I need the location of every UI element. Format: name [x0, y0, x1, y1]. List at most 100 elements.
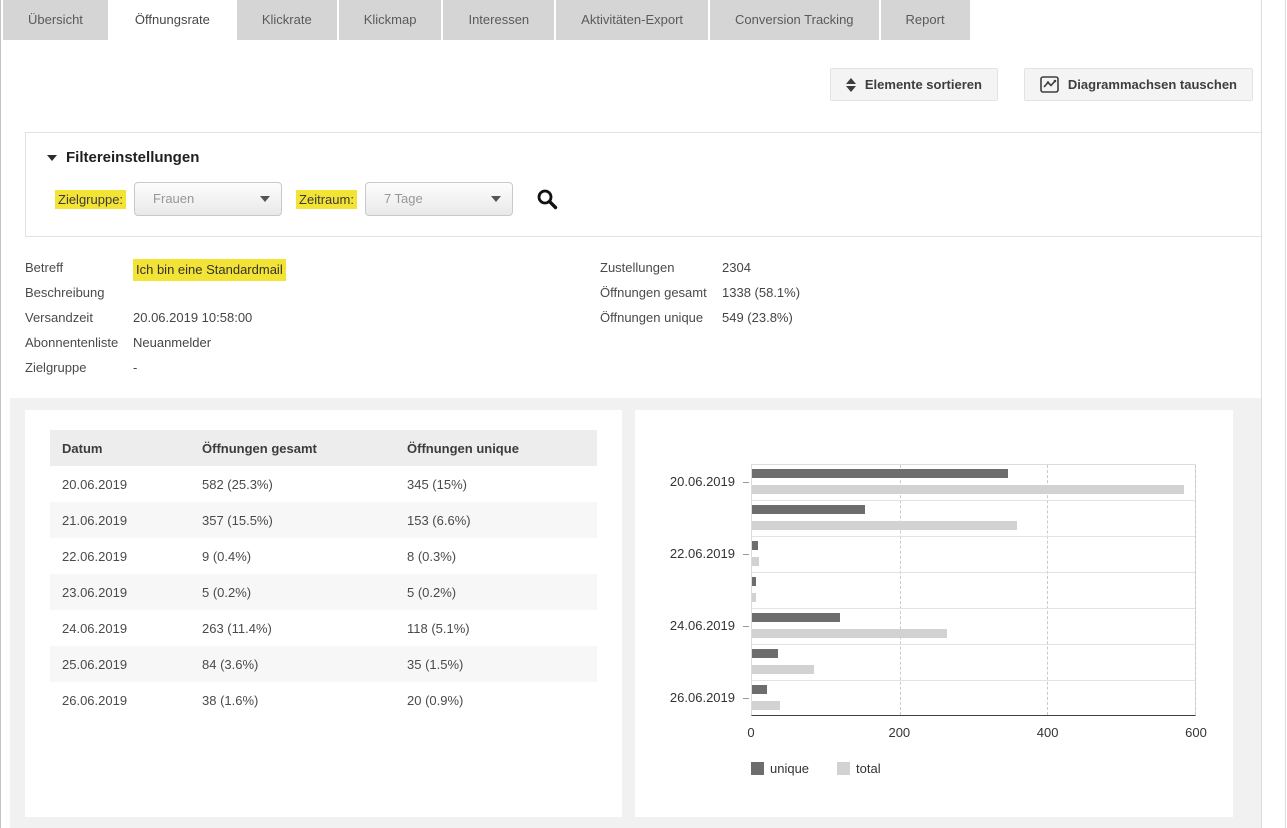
target-group-value: Frauen	[153, 191, 194, 206]
x-axis-tick-label: 400	[1037, 725, 1059, 740]
target-group-dropdown[interactable]: Frauen	[134, 182, 282, 216]
table-cell: 38 (1.6%)	[190, 682, 395, 718]
x-axis-tick-label: 200	[888, 725, 910, 740]
sort-elements-label: Elemente sortieren	[865, 77, 982, 92]
table-cell: 22.06.2019	[50, 538, 190, 574]
bar-total	[752, 485, 1184, 494]
table-cell: 8 (0.3%)	[395, 538, 597, 574]
table-cell: 21.06.2019	[50, 502, 190, 538]
tab-klickrate[interactable]: Klickrate	[237, 0, 337, 40]
detail-value: 1338 (58.1%)	[722, 284, 800, 302]
chart-band-23-06-2019	[752, 573, 1195, 609]
swap-chart-axes-button[interactable]: Diagrammachsen tauschen	[1024, 68, 1253, 101]
sort-elements-button[interactable]: Elemente sortieren	[830, 68, 998, 101]
y-axis-label: 26.06.2019	[635, 690, 735, 705]
table-row: 23.06.20195 (0.2%)5 (0.2%)	[50, 574, 597, 610]
filter-settings-panel: Filtereinstellungen Zielgruppe: Frauen Z…	[25, 132, 1262, 237]
detail-label: Zielgruppe	[25, 359, 133, 377]
table-cell: 345 (15%)	[395, 466, 597, 502]
bar-total	[752, 593, 756, 602]
table-row: 25.06.201984 (3.6%)35 (1.5%)	[50, 646, 597, 682]
y-axis-label: 24.06.2019	[635, 618, 735, 633]
chevron-down-icon	[491, 196, 501, 202]
detail-value: 549 (23.8%)	[722, 309, 793, 327]
table-cell: 153 (6.6%)	[395, 502, 597, 538]
detail-row-zielgruppe: Zielgruppe-	[25, 359, 286, 384]
tab-conversion-tracking[interactable]: Conversion Tracking	[710, 0, 879, 40]
tab-öffnungsrate[interactable]: Öffnungsrate	[110, 0, 235, 40]
table-cell: 582 (25.3%)	[190, 466, 395, 502]
sort-arrows-icon	[846, 78, 856, 92]
bar-total	[752, 701, 780, 710]
y-axis-label: 20.06.2019	[635, 474, 735, 489]
x-axis-labels: 0200400600	[751, 725, 1196, 741]
bar-total	[752, 665, 814, 674]
chart-band-22-06-2019	[752, 537, 1195, 573]
detail-row-öffnungen-unique: Öffnungen unique549 (23.8%)	[600, 309, 800, 334]
detail-row-betreff: BetreffIch bin eine Standardmail	[25, 259, 286, 284]
table-cell: 20 (0.9%)	[395, 682, 597, 718]
chart-band-24-06-2019	[752, 609, 1195, 645]
table-cell: 9 (0.4%)	[190, 538, 395, 574]
tab-interessen[interactable]: Interessen	[443, 0, 554, 40]
detail-label: Versandzeit	[25, 309, 133, 327]
y-axis-tick	[743, 698, 749, 699]
report-tab-bar: ÜbersichtÖffnungsrateKlickrateKlickmapIn…	[3, 0, 972, 40]
x-axis-tick-label: 600	[1185, 725, 1207, 740]
page-left-border	[0, 0, 1, 828]
bar-unique	[752, 613, 840, 622]
bar-total	[752, 557, 759, 566]
table-column-header: Öffnungen unique	[395, 430, 597, 466]
detail-value: 20.06.2019 10:58:00	[133, 309, 252, 327]
collapse-arrow-icon	[47, 155, 57, 161]
openings-chart-card: 0200400600 uniquetotal 20.06.201922.06.2…	[635, 410, 1233, 817]
table-cell: 118 (5.1%)	[395, 610, 597, 646]
tab-klickmap[interactable]: Klickmap	[339, 0, 442, 40]
mailing-details: BetreffIch bin eine StandardmailBeschrei…	[25, 259, 286, 384]
table-row: 24.06.2019263 (11.4%)118 (5.1%)	[50, 610, 597, 646]
legend-label: total	[856, 761, 881, 776]
table-header-row: DatumÖffnungen gesamtÖffnungen unique	[50, 430, 597, 466]
table-column-header: Datum	[50, 430, 190, 466]
bar-unique	[752, 469, 1008, 478]
chart-band-21-06-2019	[752, 501, 1195, 537]
tab-übersicht[interactable]: Übersicht	[3, 0, 108, 40]
search-icon[interactable]	[535, 187, 559, 211]
time-range-dropdown[interactable]: 7 Tage	[365, 182, 513, 216]
y-axis-tick	[743, 482, 749, 483]
filter-settings-title: Filtereinstellungen	[66, 149, 199, 166]
legend-item-total: total	[837, 761, 881, 776]
detail-label: Abonnentenliste	[25, 334, 133, 352]
chart-toolbar: Elemente sortieren Diagrammachsen tausch…	[830, 68, 1253, 101]
table-cell: 5 (0.2%)	[395, 574, 597, 610]
y-axis-label: 22.06.2019	[635, 546, 735, 561]
line-chart-icon	[1040, 76, 1059, 93]
table-row: 20.06.2019582 (25.3%)345 (15%)	[50, 466, 597, 502]
table-row: 21.06.2019357 (15.5%)153 (6.6%)	[50, 502, 597, 538]
table-cell: 263 (11.4%)	[190, 610, 395, 646]
table-cell: 26.06.2019	[50, 682, 190, 718]
openings-table-card: DatumÖffnungen gesamtÖffnungen unique 20…	[25, 410, 622, 817]
results-panel: DatumÖffnungen gesamtÖffnungen unique 20…	[10, 398, 1261, 828]
vertical-scrollbar[interactable]	[1261, 0, 1286, 828]
filter-settings-toggle[interactable]: Filtereinstellungen	[47, 149, 199, 166]
detail-value: Neuanmelder	[133, 334, 211, 352]
x-axis-tick-label: 0	[747, 725, 754, 740]
y-axis-tick	[743, 554, 749, 555]
filter-controls-row: Zielgruppe: Frauen Zeitraum: 7 Tage	[55, 182, 559, 216]
bar-unique	[752, 541, 758, 550]
chart-band-26-06-2019	[752, 681, 1195, 717]
detail-label: Öffnungen unique	[600, 309, 722, 327]
chart-band-25-06-2019	[752, 645, 1195, 681]
detail-label: Betreff	[25, 259, 133, 277]
target-group-label: Zielgruppe:	[55, 190, 126, 209]
time-range-label: Zeitraum:	[296, 190, 357, 209]
table-cell: 25.06.2019	[50, 646, 190, 682]
detail-row-versandzeit: Versandzeit20.06.2019 10:58:00	[25, 309, 286, 334]
time-range-value: 7 Tage	[384, 191, 423, 206]
bar-total	[752, 521, 1017, 530]
tab-aktivitäten-export[interactable]: Aktivitäten-Export	[556, 0, 708, 40]
tab-report[interactable]: Report	[881, 0, 970, 40]
table-cell: 84 (3.6%)	[190, 646, 395, 682]
swap-chart-axes-label: Diagrammachsen tauschen	[1068, 77, 1237, 92]
